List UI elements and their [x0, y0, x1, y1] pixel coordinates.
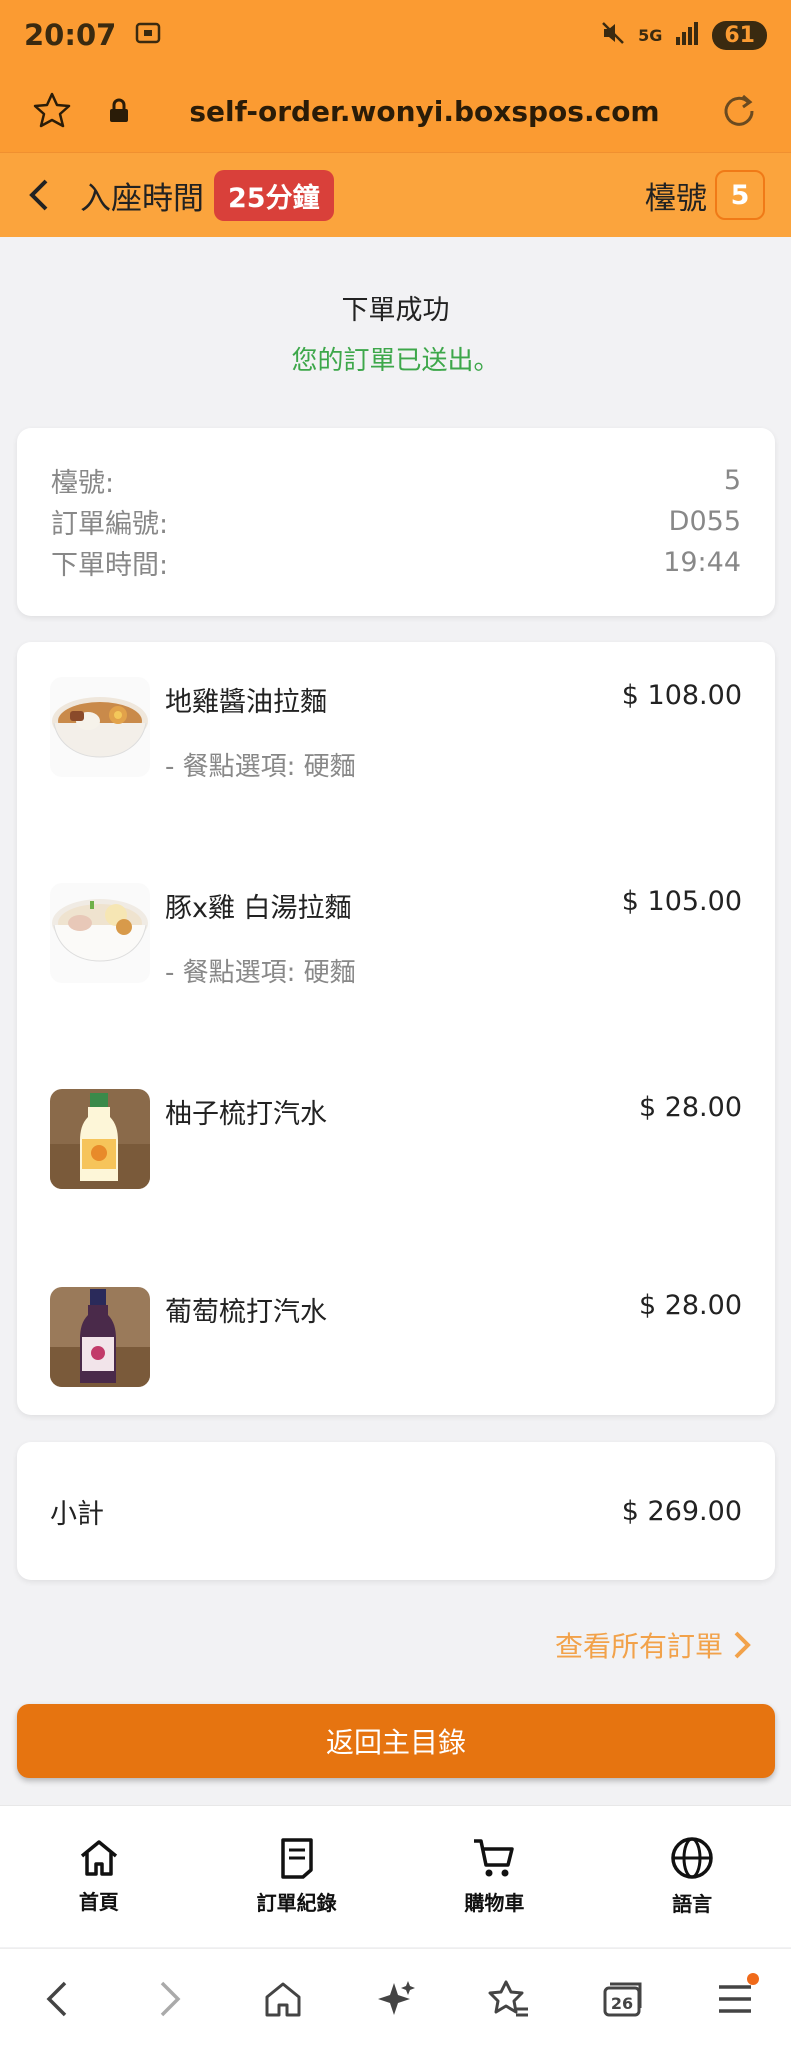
ramen-shoyu-image — [50, 677, 150, 777]
item-name: 地雞醬油拉麵 — [165, 687, 327, 718]
yuzu-soda-image — [50, 1089, 150, 1189]
globe-icon — [670, 1836, 714, 1880]
back-icon[interactable] — [26, 177, 52, 213]
browser-forward-icon[interactable] — [140, 1969, 200, 2029]
table-number-badge: 5 — [715, 170, 765, 220]
seated-duration-badge: 25分鐘 — [214, 169, 334, 221]
url-text[interactable]: self-order.wonyi.boxspos.com — [130, 95, 719, 128]
order-item: 地雞醬油拉麵 $ 108.00 - 餐點選項: 硬麵 — [17, 642, 775, 782]
home-icon — [78, 1838, 120, 1878]
item-name: 葡萄梳打汽水 — [165, 1297, 327, 1328]
tabs-icon[interactable]: 26 — [592, 1969, 652, 2029]
status-bar: 20:07 5G 61 — [0, 0, 791, 70]
item-price: $ 108.00 — [621, 680, 742, 711]
app-header: 入座時間 25分鐘 檯號 5 — [0, 152, 791, 237]
status-time: 20:07 — [24, 18, 117, 52]
receipt-icon — [278, 1837, 316, 1879]
order-success-title: 下單成功 — [341, 295, 450, 326]
signal-icon — [674, 21, 700, 50]
tab-count: 26 — [610, 1994, 632, 2013]
nav-item-home[interactable]: 首頁 — [0, 1806, 198, 1947]
order-items-card: 地雞醬油拉麵 $ 108.00 - 餐點選項: 硬麵 豚x雞 白湯拉麵 $ 10… — [17, 642, 775, 1415]
info-row-order-time: 下單時間: 19:44 — [51, 542, 741, 583]
item-price: $ 28.00 — [638, 1290, 742, 1321]
order-item: 豚x雞 白湯拉麵 $ 105.00 - 餐點選項: 硬麵 — [17, 848, 775, 988]
nav-label: 首頁 — [78, 1890, 119, 1914]
battery-indicator: 61 — [712, 20, 767, 50]
network-label: 5G — [638, 25, 663, 45]
sparkle-icon[interactable] — [366, 1969, 426, 2029]
table-label: 檯號 — [645, 180, 707, 217]
info-label: 訂單編號: — [51, 509, 169, 540]
info-value: 19:44 — [663, 547, 741, 578]
nav-item-language[interactable]: 語言 — [593, 1806, 791, 1947]
seated-time-label: 入座時間 — [80, 180, 204, 217]
browser-address-bar: self-order.wonyi.boxspos.com — [0, 70, 791, 152]
browser-navigation: 26 — [0, 1948, 791, 2048]
screenshot-icon — [134, 19, 162, 51]
bottom-navigation: 首頁 訂單紀錄 購物車 語言 — [0, 1805, 791, 1947]
item-name: 柚子梳打汽水 — [165, 1099, 327, 1130]
ramen-white-image — [50, 883, 150, 983]
order-info-card: 檯號: 5 訂單編號: D055 下單時間: 19:44 — [17, 428, 775, 616]
item-name: 豚x雞 白湯拉麵 — [165, 893, 352, 924]
menu-icon[interactable] — [705, 1969, 765, 2029]
view-all-orders-link[interactable]: 查看所有訂單 — [555, 1625, 751, 1665]
order-item: 葡萄梳打汽水 $ 28.00 — [17, 1252, 775, 1387]
chevron-right-icon — [733, 1630, 751, 1660]
subtotal-label: 小計 — [50, 1498, 104, 1530]
nav-label: 語言 — [672, 1892, 713, 1916]
info-row-table: 檯號: 5 — [51, 460, 741, 501]
item-price: $ 28.00 — [638, 1092, 742, 1123]
lock-icon — [108, 98, 130, 124]
info-value: D055 — [668, 506, 741, 537]
order-sent-message: 您的訂單已送出。 — [291, 346, 500, 376]
cart-icon — [472, 1837, 516, 1879]
bookmarks-icon[interactable] — [479, 1969, 539, 2029]
item-price: $ 105.00 — [621, 886, 742, 917]
reload-icon[interactable] — [719, 91, 759, 131]
bookmark-star-icon[interactable] — [32, 91, 76, 131]
return-to-menu-button[interactable]: 返回主目錄 — [17, 1704, 775, 1778]
subtotal-card: 小計 $ 269.00 — [17, 1442, 775, 1580]
order-item: 柚子梳打汽水 $ 28.00 — [17, 1054, 775, 1189]
browser-back-icon[interactable] — [27, 1969, 87, 2029]
mute-icon — [600, 20, 626, 51]
browser-home-icon[interactable] — [253, 1969, 313, 2029]
notification-dot — [746, 1972, 759, 1985]
nav-label: 訂單紀錄 — [256, 1891, 337, 1915]
info-label: 檯號: — [51, 468, 115, 499]
info-label: 下單時間: — [51, 550, 169, 581]
nav-item-orders[interactable]: 訂單紀錄 — [198, 1806, 396, 1947]
item-option: - 餐點選項: 硬麵 — [165, 752, 356, 782]
nav-label: 購物車 — [464, 1891, 525, 1915]
grape-soda-image — [50, 1287, 150, 1387]
nav-item-cart[interactable]: 購物車 — [396, 1806, 594, 1947]
info-value: 5 — [723, 465, 741, 496]
item-option: - 餐點選項: 硬麵 — [165, 958, 356, 988]
view-all-orders-label: 查看所有訂單 — [554, 1630, 723, 1663]
info-row-order-number: 訂單編號: D055 — [51, 501, 741, 542]
subtotal-value: $ 269.00 — [621, 1495, 742, 1527]
